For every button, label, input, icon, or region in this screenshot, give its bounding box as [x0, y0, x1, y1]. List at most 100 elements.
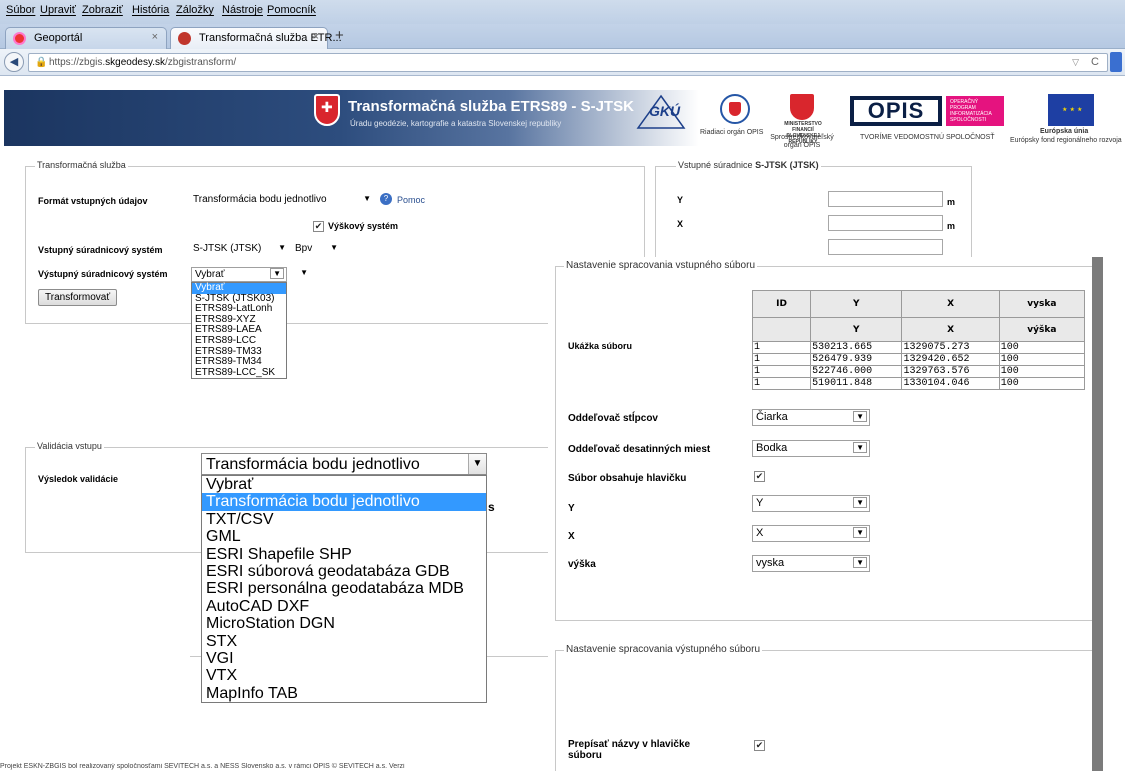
page-footer: Projekt ESKN-ZBGIS bol realizovaný spolo…: [0, 763, 405, 770]
menu-bookmarks[interactable]: Záložky: [176, 4, 214, 16]
dropdown-option[interactable]: Vybrať: [192, 283, 286, 294]
close-tab-icon[interactable]: ×: [313, 31, 319, 43]
output-system-select[interactable]: Vybrať ▼: [191, 267, 287, 282]
menu-tools[interactable]: Nástroje: [222, 4, 263, 16]
menu-edit[interactable]: Upraviť: [40, 4, 76, 16]
coord-x-input[interactable]: [828, 215, 943, 231]
ministry-shield-icon: [790, 94, 814, 120]
back-button[interactable]: ◀: [4, 52, 24, 72]
height-system-checkbox[interactable]: ✔: [313, 221, 324, 232]
input-height-select[interactable]: Bpv ▼: [292, 242, 340, 257]
table-subheader: [751, 317, 812, 342]
dropdown-option[interactable]: STX: [202, 633, 486, 650]
sample-table: ID Y X vyska Y X výška 1 530213.665 132907…: [751, 290, 1086, 390]
dropdown-option[interactable]: ETRS89-LCC: [192, 336, 286, 347]
y-column-label: Y: [568, 503, 575, 514]
tab-transform[interactable]: Transformačná služba ETR... ×: [170, 27, 342, 49]
menu-bar: Súbor Upraviť Zobraziť História Záložky …: [0, 0, 1125, 24]
transform-button[interactable]: Transformovať: [38, 289, 118, 306]
reload-button[interactable]: C: [1091, 56, 1099, 68]
validation-legend: Validácia vstupu: [35, 441, 104, 451]
chevron-down-icon: ▼: [853, 557, 867, 568]
dropdown-option[interactable]: ESRI súborová geodatabáza GDB: [202, 563, 486, 580]
banner-subtitle: Úradu geodézie, kartografie a katastra S…: [350, 119, 562, 128]
input-file-legend: Nastavenie spracovania vstupného súboru: [564, 260, 758, 271]
y-column-select[interactable]: Y ▼: [752, 495, 870, 512]
format-dropdown: Vybrať Transformácia bodu jednotlivo TXT…: [201, 475, 487, 704]
tab-label: Transformačná služba ETR...: [199, 32, 342, 44]
x-column-select[interactable]: X ▼: [752, 525, 870, 542]
opis-program-badge: OPERAČNÝ PROGRAM INFORMATIZÁCIA SPOLOČNO…: [946, 96, 1004, 126]
coord-y-input[interactable]: [828, 191, 943, 207]
height-column-select[interactable]: vyska ▼: [752, 555, 870, 572]
menu-view[interactable]: Zobraziť: [82, 4, 123, 16]
table-row: 1 522746.000 1329763.576 100: [751, 365, 1086, 378]
close-tab-icon[interactable]: ×: [152, 31, 158, 43]
dropdown-arrow-icon[interactable]: ▽: [1072, 57, 1079, 68]
rename-header-label: Prepísať názvy v hlavičke súboru: [568, 739, 691, 761]
menu-file[interactable]: Súbor: [6, 4, 35, 16]
chevron-down-icon: ▼: [363, 194, 371, 203]
dropdown-option[interactable]: ESRI Shapefile SHP: [202, 546, 486, 563]
input-system-select[interactable]: S-JTSK (JTSK) ▼: [190, 242, 288, 257]
dropdown-option[interactable]: Transformácia bodu jednotlivo: [202, 493, 486, 511]
chevron-down-icon: ▼: [853, 497, 867, 508]
table-row: 1 519011.848 1330104.046 100: [751, 377, 1086, 390]
coord-x-label: X: [677, 219, 684, 229]
coord-h-input[interactable]: [828, 239, 943, 255]
eu-flag-icon: ⋆⋆⋆: [1048, 94, 1094, 126]
decimal-separator-label: Oddeľovač desatinných miest: [568, 444, 711, 455]
output-system-dropdown: Vybrať S-JTSK (JTSK03) ETRS89-LatLonh ET…: [191, 282, 287, 380]
output-height-select[interactable]: ▼: [292, 267, 310, 282]
navigation-bar: ◀ 🔒 https://zbgis.skgeodesy.sk/zbgistran…: [0, 49, 1125, 76]
chevron-down-icon: ▼: [468, 454, 486, 474]
input-system-label: Vstupný súradnicový systém: [38, 245, 163, 255]
dropdown-option[interactable]: AutoCAD DXF: [202, 598, 486, 615]
dropdown-option[interactable]: VTX: [202, 667, 486, 684]
lock-icon: 🔒: [35, 57, 48, 68]
help-icon[interactable]: ?: [380, 193, 392, 205]
menu-history[interactable]: História: [132, 4, 169, 16]
gku-logo: GKÚ: [636, 94, 686, 130]
dropdown-option[interactable]: TXT/CSV: [202, 511, 486, 528]
format-select[interactable]: Transformácia bodu jednotlivo ▼: [190, 193, 375, 208]
chevron-down-icon: ▼: [853, 411, 867, 422]
new-tab-button[interactable]: +: [335, 27, 344, 44]
help-link[interactable]: Pomoc: [397, 195, 425, 205]
dropdown-option[interactable]: Vybrať: [202, 476, 486, 493]
dropdown-option[interactable]: GML: [202, 528, 486, 545]
has-header-checkbox[interactable]: ✔: [754, 471, 765, 482]
menu-help[interactable]: Pomocník: [267, 4, 316, 16]
address-bar[interactable]: 🔒 https://zbgis.skgeodesy.sk/zbgistransf…: [28, 53, 1108, 72]
dropdown-option[interactable]: MapInfo TAB: [202, 685, 486, 702]
sample-label: Ukážka súboru: [568, 341, 633, 351]
decimal-separator-select[interactable]: Bodka ▼: [752, 440, 870, 457]
rename-header-checkbox[interactable]: ✔: [754, 740, 765, 751]
site-favicon-icon: [178, 32, 191, 45]
unit-label: m: [947, 197, 956, 207]
table-subheader: výška: [998, 317, 1086, 342]
x-column-label: X: [568, 531, 575, 542]
validation-result-label: Výsledok validácie: [38, 474, 119, 484]
eu-subtitle: Európsky fond regionálneho rozvoja: [1010, 137, 1122, 144]
format-select-expanded[interactable]: Transformácia bodu jednotlivo ▼: [201, 453, 487, 475]
panel-scrollbar[interactable]: [1092, 257, 1103, 771]
opis-logo: OPIS: [850, 96, 942, 126]
table-header: ID: [751, 290, 812, 318]
dropdown-option[interactable]: ETRS89-LCC_SK: [192, 367, 286, 379]
tab-geoportal[interactable]: Geoportál ×: [5, 27, 167, 49]
unit-label: m: [947, 221, 956, 231]
search-engine-icon[interactable]: [1110, 52, 1122, 72]
output-system-label: Výstupný súradnicový systém: [38, 269, 168, 279]
government-seal-icon: [720, 94, 750, 124]
input-coords-legend: Vstupné súradnice S-JTSK (JTSK): [676, 160, 821, 170]
table-subheader: X: [901, 317, 1000, 342]
column-separator-select[interactable]: Čiarka ▼: [752, 409, 870, 426]
height-column-label: výška: [568, 559, 596, 570]
chevron-down-icon: ▼: [853, 527, 867, 538]
eu-title: Európska únia: [1040, 128, 1089, 135]
dropdown-option[interactable]: MicroStation DGN: [202, 615, 486, 632]
table-subheader: Y: [810, 317, 903, 342]
dropdown-option[interactable]: VGI: [202, 650, 486, 667]
dropdown-option[interactable]: ESRI personálna geodatabáza MDB: [202, 580, 486, 597]
